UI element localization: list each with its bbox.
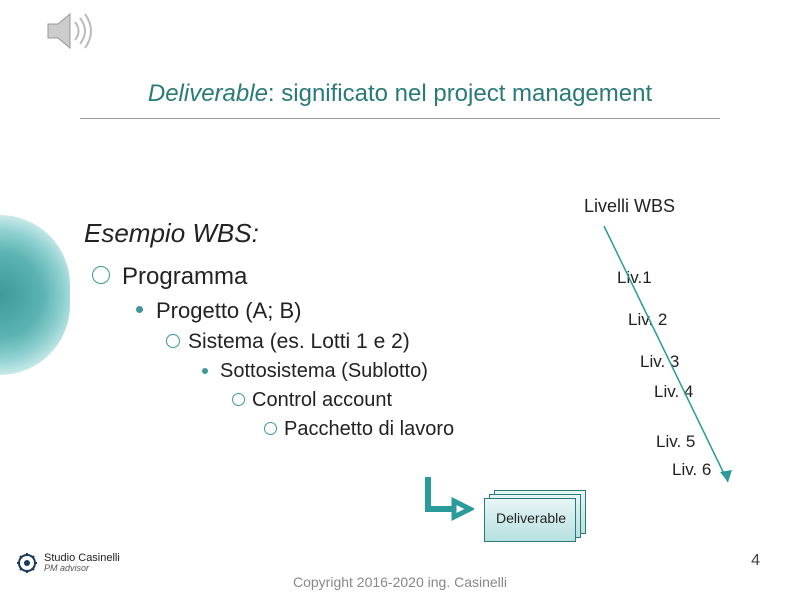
slide-title: Deliverable: significato nel project man… (0, 80, 800, 108)
arrow-down-right-icon (418, 475, 474, 533)
deliverable-label: Deliverable (496, 510, 566, 526)
list-item: Sistema (es. Lotti 1 e 2) (92, 327, 454, 357)
list-item: Control account (92, 386, 454, 415)
deliverable-icon: Deliverable (480, 490, 586, 538)
level-label: Liv. 6 (672, 460, 711, 480)
list-item: Sottosistema (Sublotto) (92, 357, 454, 386)
level-label: Liv. 3 (640, 352, 679, 372)
speaker-icon (42, 10, 94, 52)
title-rest: : significato nel project management (268, 80, 652, 107)
level-label: Liv.1 (617, 268, 652, 288)
wbs-list: Programma Progetto (A; B) Sistema (es. L… (92, 260, 454, 444)
list-item: Progetto (A; B) (92, 295, 454, 327)
level-label: Liv. 4 (654, 382, 693, 402)
section-heading: Esempio WBS: (84, 218, 259, 249)
list-item: Programma (92, 260, 454, 295)
copyright: Copyright 2016-2020 ing. Casinelli (0, 574, 800, 590)
level-label: Liv. 5 (656, 432, 695, 452)
title-italic: Deliverable (148, 80, 268, 107)
logo-subtitle: PM advisor (44, 564, 120, 573)
gear-icon (16, 552, 38, 574)
level-label: Liv. 2 (628, 310, 667, 330)
title-divider (80, 118, 720, 119)
logo: Studio Casinelli PM advisor (16, 552, 120, 574)
levels-label: Livelli WBS (584, 196, 675, 217)
list-item: Pacchetto di lavoro (92, 415, 454, 444)
decorative-circle (0, 215, 70, 375)
page-number: 4 (751, 552, 760, 570)
